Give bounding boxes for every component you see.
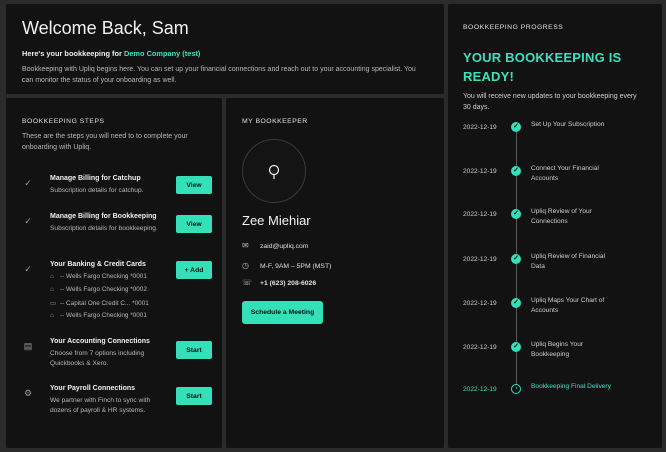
timeline-date: 2022-12-19: [463, 386, 497, 393]
bank-icon: ⌂: [50, 286, 54, 293]
payroll-icon: ⚙: [23, 388, 33, 398]
timeline-item: 2022-12-19 ✓ Upliq Review of Your Connec…: [463, 208, 653, 235]
check-icon: ✓: [511, 122, 521, 132]
view-catchup-button[interactable]: View: [176, 176, 212, 194]
ready-headline: YOUR BOOKKEEPING IS READY!: [463, 50, 622, 84]
bookkeeper-name: Zee Miehiar: [242, 213, 311, 228]
avatar: [242, 139, 306, 203]
timeline-text: Connect Your Financial Accounts: [531, 165, 599, 182]
steps-label: BOOKKEEPING STEPS: [22, 118, 105, 125]
check-icon: ✓: [511, 254, 521, 264]
timeline-text: Upliq Begins Your Bookkeeping: [531, 341, 584, 358]
timeline-item-final: 2022-12-19 ◔ Bookkeeping Final Delivery: [463, 383, 653, 410]
step-payroll-connections: ⚙ Your Payroll Connections We partner wi…: [22, 385, 212, 425]
location-pin-icon: [268, 164, 280, 179]
timeline-date: 2022-12-19: [463, 256, 497, 263]
email-row: ✉ zaid@upliq.com: [242, 241, 308, 250]
welcome-subhead-prefix: Here's your bookkeeping for: [22, 49, 122, 58]
bookkeeper-hours: M-F, 9AM – 5PM (MST): [260, 263, 332, 270]
start-accounting-button[interactable]: Start: [176, 341, 212, 359]
welcome-body: Bookkeeping with Upliq begins here. You …: [22, 66, 416, 84]
check-icon: ✓: [24, 264, 32, 274]
bank-icon: ⌂: [50, 273, 54, 280]
step-desc: We partner with Finch to sync with dozen…: [50, 397, 151, 414]
card-icon: ▭: [50, 300, 57, 307]
schedule-meeting-button[interactable]: Schedule a Meeting: [242, 301, 323, 324]
timeline-date: 2022-12-19: [463, 211, 497, 218]
check-icon: ✓: [511, 298, 521, 308]
steps-description: These are the steps you will need to to …: [22, 133, 188, 151]
check-icon: ✓: [511, 209, 521, 219]
timeline-text: Upliq Review of Financial Data: [531, 253, 606, 270]
timeline-text: Bookkeeping Final Delivery: [531, 383, 611, 390]
step-title: Your Payroll Connections: [50, 385, 136, 392]
step-title: Your Accounting Connections: [50, 338, 150, 345]
check-icon: ✓: [24, 216, 32, 226]
welcome-subhead: Here's your bookkeeping for Demo Company…: [22, 49, 428, 58]
timeline-date: 2022-12-19: [463, 344, 497, 351]
step-billing-bookkeeping: ✓ Manage Billing for Bookkeeping Subscri…: [22, 213, 212, 243]
bank-icon: ⌂: [50, 312, 54, 319]
welcome-title: Welcome Back, Sam: [22, 18, 189, 38]
timeline-text: Upliq Review of Your Connections: [531, 208, 592, 225]
company-link[interactable]: Demo Company (test): [124, 49, 200, 58]
step-desc: Subscription details for bookkeeping.: [50, 225, 158, 232]
start-payroll-button[interactable]: Start: [176, 387, 212, 405]
bookkeeping-steps-panel: BOOKKEEPING STEPS These are the steps yo…: [6, 98, 222, 448]
progress-body: You will receive new updates to your boo…: [463, 93, 637, 111]
step-desc: Subscription details for catchup.: [50, 187, 144, 194]
my-bookkeeper-panel: MY BOOKKEEPER Zee Miehiar ✉ zaid@upliq.co…: [226, 98, 444, 448]
step-title: Your Banking & Credit Cards: [50, 261, 146, 268]
bookkeeper-phone[interactable]: +1 (623) 208-6026: [260, 280, 316, 287]
timeline-date: 2022-12-19: [463, 300, 497, 307]
mail-icon: ✉: [242, 241, 249, 250]
account-item: ▭ -- Capital One Credit C... *0001: [50, 300, 149, 307]
step-accounting-connections: ▤ Your Accounting Connections Choose fro…: [22, 338, 212, 370]
check-icon: ✓: [511, 342, 521, 352]
phone-icon: ☏: [242, 278, 253, 287]
check-icon: ✓: [24, 178, 32, 188]
timeline-item: 2022-12-19 ✓ Upliq Review of Financial D…: [463, 253, 653, 280]
timeline-text: Set Up Your Subscription: [531, 121, 605, 128]
ledger-icon: ▤: [23, 341, 33, 351]
timeline-item: 2022-12-19 ✓ Set Up Your Subscription: [463, 121, 653, 148]
timeline-date: 2022-12-19: [463, 168, 497, 175]
timeline-item: 2022-12-19 ✓ Connect Your Financial Acco…: [463, 165, 653, 192]
view-bookkeeping-button[interactable]: View: [176, 215, 212, 233]
timeline-date: 2022-12-19: [463, 124, 497, 131]
phone-row: ☏ +1 (623) 208-6026: [242, 278, 316, 287]
bookkeeper-label: MY BOOKKEEPER: [242, 118, 308, 125]
clock-icon: ◷: [242, 261, 249, 270]
bookkeeping-progress-panel: BOOKKEEPING PROGRESS YOUR BOOKKEEPING IS…: [448, 4, 662, 448]
timeline-item: 2022-12-19 ✓ Upliq Maps Your Chart of Ac…: [463, 297, 653, 324]
welcome-panel: Welcome Back, Sam Here's your bookkeepin…: [6, 4, 444, 94]
account-item: ⌂ -- Wells Fargo Checking *0001: [50, 273, 147, 280]
timeline-text: Upliq Maps Your Chart of Accounts: [531, 297, 605, 314]
hours-row: ◷ M-F, 9AM – 5PM (MST): [242, 261, 331, 270]
timeline-item: 2022-12-19 ✓ Upliq Begins Your Bookkeepi…: [463, 341, 653, 368]
add-account-button[interactable]: + Add: [176, 261, 212, 279]
progress-label: BOOKKEEPING PROGRESS: [463, 24, 564, 31]
hourglass-icon: ◔: [511, 384, 521, 394]
step-title: Manage Billing for Bookkeeping: [50, 213, 157, 220]
step-desc: Choose from 7 options including Quickboo…: [50, 350, 145, 367]
account-item: ⌂ -- Wells Fargo Checking *0001: [50, 312, 147, 319]
bookkeeper-email[interactable]: zaid@upliq.com: [260, 243, 308, 250]
step-banking: ✓ Your Banking & Credit Cards + Add ⌂ -- …: [22, 261, 212, 323]
step-billing-catchup: ✓ Manage Billing for Catchup Subscriptio…: [22, 175, 212, 205]
step-title: Manage Billing for Catchup: [50, 175, 141, 182]
check-icon: ✓: [511, 166, 521, 176]
account-item: ⌂ -- Wells Fargo Checking *0002: [50, 286, 147, 293]
